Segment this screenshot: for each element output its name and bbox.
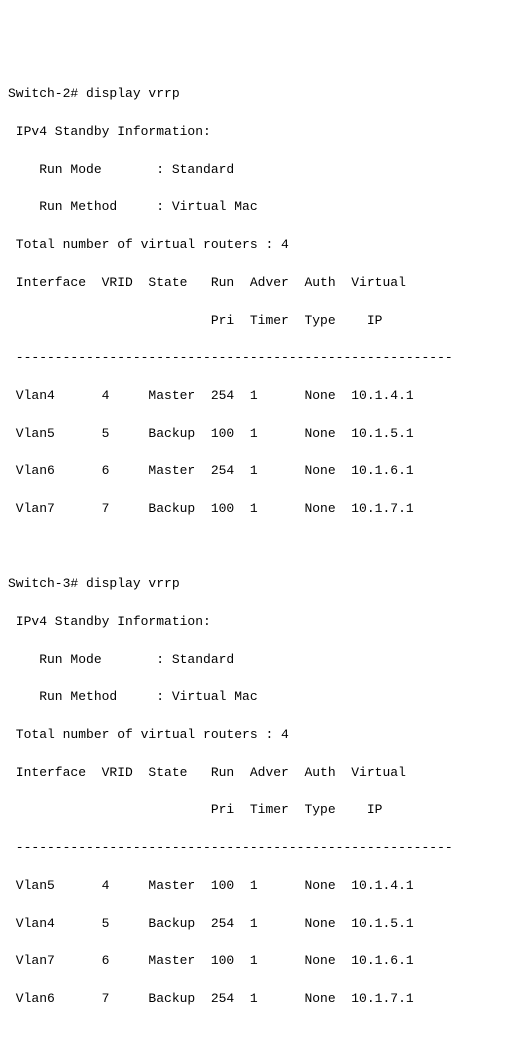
table-header-line-2: Pri Timer Type IP: [8, 312, 520, 331]
table-row: Vlan6 6 Master 254 1 None 10.1.6.1: [8, 462, 520, 481]
cli-prompt-line: Switch-3# display vrrp: [8, 575, 520, 594]
section-header: IPv4 Standby Information:: [8, 123, 520, 142]
table-row: Vlan6 7 Backup 254 1 None 10.1.7.1: [8, 990, 520, 1009]
table-divider: ----------------------------------------…: [8, 349, 520, 368]
table-row: Vlan5 4 Master 100 1 None 10.1.4.1: [8, 877, 520, 896]
run-mode-line: Run Mode : Standard: [8, 651, 520, 670]
table-row: Vlan4 5 Backup 254 1 None 10.1.5.1: [8, 915, 520, 934]
run-method-line: Run Method : Virtual Mac: [8, 688, 520, 707]
blank-line: [8, 538, 520, 557]
table-header-line-1: Interface VRID State Run Adver Auth Virt…: [8, 764, 520, 783]
cli-prompt-line: Switch-2# display vrrp: [8, 85, 520, 104]
table-header-line-1: Interface VRID State Run Adver Auth Virt…: [8, 274, 520, 293]
run-method-line: Run Method : Virtual Mac: [8, 198, 520, 217]
table-row: Vlan7 6 Master 100 1 None 10.1.6.1: [8, 952, 520, 971]
table-header-line-2: Pri Timer Type IP: [8, 801, 520, 820]
total-routers-line: Total number of virtual routers : 4: [8, 236, 520, 255]
run-mode-line: Run Mode : Standard: [8, 161, 520, 180]
table-row: Vlan4 4 Master 254 1 None 10.1.4.1: [8, 387, 520, 406]
table-divider: ----------------------------------------…: [8, 839, 520, 858]
table-row: Vlan5 5 Backup 100 1 None 10.1.5.1: [8, 425, 520, 444]
section-header: IPv4 Standby Information:: [8, 613, 520, 632]
table-row: Vlan7 7 Backup 100 1 None 10.1.7.1: [8, 500, 520, 519]
total-routers-line: Total number of virtual routers : 4: [8, 726, 520, 745]
